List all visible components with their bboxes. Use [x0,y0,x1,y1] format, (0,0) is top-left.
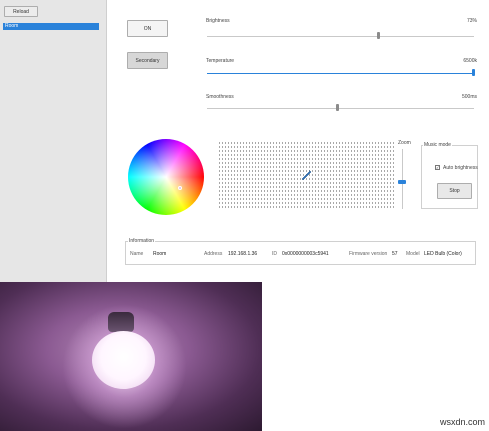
brightness-slider[interactable] [207,36,474,37]
stop-button[interactable]: Stop [437,183,472,199]
color-wheel-selector[interactable] [178,186,182,190]
device-sidebar: Reload Room [0,0,107,282]
auto-brightness-checkbox[interactable]: ✓ [435,165,440,170]
color-wheel[interactable] [128,139,204,215]
device-list-item[interactable]: Room [3,23,99,30]
info-name-value: Room [153,251,167,257]
secondary-button[interactable]: Secondary [127,52,168,69]
info-firmware-value: 57 [392,251,398,257]
on-button[interactable]: ON [127,20,168,37]
brightness-value: 73% [466,18,477,24]
temperature-label: Temperature [206,58,235,64]
info-name-label: Name [130,251,144,257]
info-id-label: ID [272,251,277,257]
eyedropper-icon[interactable] [302,169,312,181]
zoom-slider-thumb[interactable] [398,180,406,184]
music-mode-group [421,145,478,209]
info-id-value: 0x0000000003c5941 [282,251,329,257]
temperature-slider-thumb[interactable] [472,69,475,76]
info-model-value: LED Bulb (Color) [424,251,462,257]
temperature-slider[interactable] [207,73,474,74]
smoothness-label: Smoothness [206,94,234,100]
info-firmware-label: Firmware version [349,251,388,257]
music-mode-title: Music mode [423,142,452,148]
info-model-label: Model [406,251,420,257]
smoothness-slider-thumb[interactable] [336,104,339,111]
zoom-slider[interactable] [402,149,403,209]
bulb-photo [0,282,262,431]
zoom-label: Zoom [398,140,411,146]
temperature-value: 6500k [463,58,477,64]
smoothness-slider[interactable] [207,108,474,109]
reload-button[interactable]: Reload [4,6,38,17]
light-bulb [92,331,155,389]
smoothness-value: 500ms [461,94,477,100]
info-address-label: Address [204,251,223,257]
info-address-value: 192.168.1.36 [228,251,258,257]
auto-brightness-label: Auto brightness [443,165,478,171]
brightness-label: Brightness [206,18,230,24]
watermark: wsxdn.com [439,417,485,427]
information-title: Information [128,238,156,244]
bulb-socket [108,312,134,332]
brightness-slider-thumb[interactable] [377,32,380,39]
